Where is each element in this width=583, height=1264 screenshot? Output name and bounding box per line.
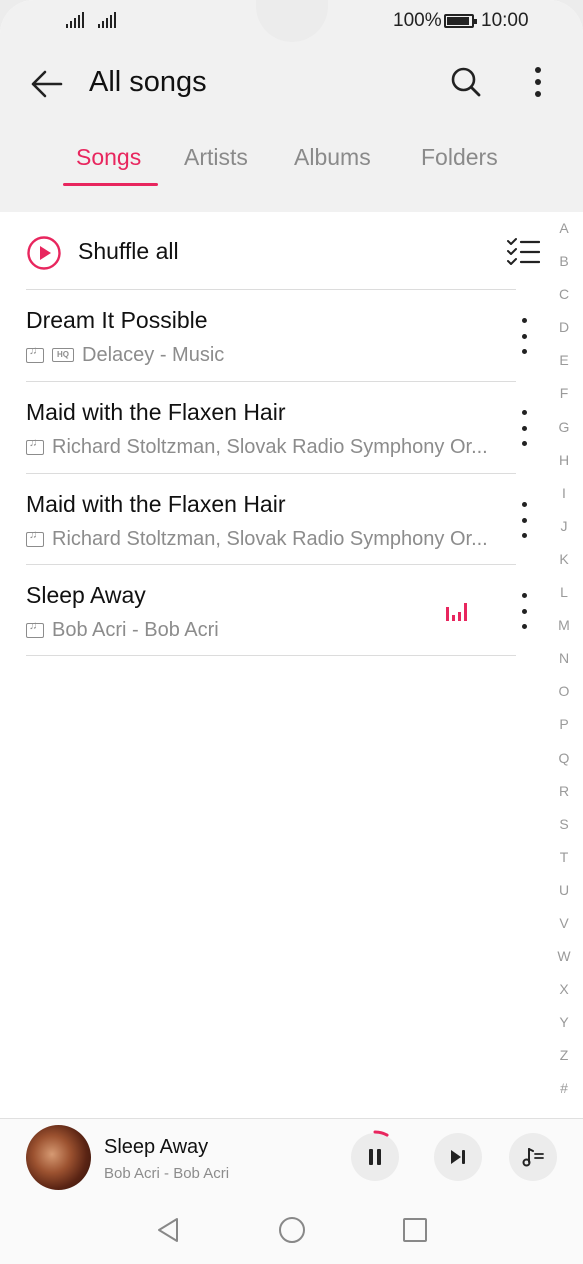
next-button[interactable] <box>434 1133 482 1181</box>
song-artist-album: Richard Stoltzman, Slovak Radio Symphony… <box>52 528 488 550</box>
alphabet-index-letter[interactable]: Z <box>552 1045 576 1078</box>
system-navigation-bar <box>0 1196 583 1264</box>
local-music-icon <box>26 529 44 547</box>
search-icon <box>451 67 481 97</box>
alphabet-index-letter[interactable]: Q <box>552 748 576 781</box>
alphabet-index-letter[interactable]: M <box>552 615 576 648</box>
play-circle-icon <box>27 236 61 270</box>
alphabet-index-letter[interactable]: B <box>552 251 576 284</box>
nav-home-icon[interactable] <box>278 1216 306 1244</box>
playlist-queue-button[interactable] <box>509 1133 557 1181</box>
search-button[interactable] <box>446 62 486 102</box>
alphabet-index-letter[interactable]: # <box>552 1078 576 1111</box>
local-music-icon <box>26 345 44 363</box>
song-subtitle-row: HQ Delacey - Music <box>26 344 501 366</box>
song-title: Sleep Away <box>26 582 146 608</box>
tab-folders[interactable]: Folders <box>421 144 498 171</box>
song-row[interactable]: Dream It Possible HQ Delacey - Music <box>0 290 545 382</box>
alphabet-index-letter[interactable]: U <box>552 880 576 913</box>
now-playing-equalizer-icon <box>446 603 472 621</box>
signal-icon <box>98 12 116 28</box>
alphabet-index-letter[interactable]: D <box>552 317 576 350</box>
screen: 100% 10:00 All songs Songs Artists Album… <box>0 0 583 1264</box>
local-music-icon <box>26 620 44 638</box>
song-artist-album: Bob Acri - Bob Acri <box>52 619 219 641</box>
alphabet-index-letter[interactable]: T <box>552 847 576 880</box>
song-title: Maid with the Flaxen Hair <box>26 399 286 425</box>
song-subtitle-row: Bob Acri - Bob Acri <box>26 619 501 641</box>
now-playing-title: Sleep Away <box>104 1136 209 1158</box>
alphabet-index-letter[interactable]: E <box>552 350 576 383</box>
tab-artists[interactable]: Artists <box>184 144 248 171</box>
song-title: Dream It Possible <box>26 307 208 333</box>
song-more-button[interactable] <box>514 318 534 354</box>
more-vertical-icon <box>535 67 541 97</box>
active-tab-indicator <box>63 183 158 186</box>
page-title: All songs <box>89 66 207 98</box>
song-more-button[interactable] <box>514 410 534 446</box>
song-subtitle-row: Richard Stoltzman, Slovak Radio Symphony… <box>26 436 501 458</box>
back-button[interactable] <box>26 64 66 104</box>
checklist-icon <box>507 238 540 265</box>
song-row[interactable]: Maid with the Flaxen Hair Richard Stoltz… <box>0 474 545 566</box>
alphabet-index-letter[interactable]: G <box>552 417 576 450</box>
battery-icon <box>444 14 477 28</box>
progress-ring <box>348 1130 402 1184</box>
tab-albums[interactable]: Albums <box>294 144 371 171</box>
alphabet-index[interactable]: A B C D E F G H I J K L M N O P Q R S T U V W X Y Z # <box>552 218 576 1112</box>
alphabet-index-letter[interactable]: R <box>552 781 576 814</box>
now-playing-subtitle: Bob Acri - Bob Acri <box>104 1165 230 1182</box>
pause-button[interactable] <box>348 1130 402 1184</box>
song-row[interactable]: Maid with the Flaxen Hair Richard Stoltz… <box>0 382 545 474</box>
alphabet-index-letter[interactable]: A <box>552 218 576 251</box>
alphabet-index-letter[interactable]: O <box>552 681 576 714</box>
shuffle-all-label: Shuffle all <box>78 238 179 264</box>
album-art[interactable] <box>26 1125 91 1190</box>
alphabet-index-letter[interactable]: F <box>552 383 576 416</box>
skip-next-icon <box>451 1150 465 1164</box>
alphabet-index-letter[interactable]: S <box>552 814 576 847</box>
song-more-button[interactable] <box>514 593 534 629</box>
alphabet-index-letter[interactable]: P <box>552 714 576 747</box>
alphabet-index-letter[interactable]: J <box>552 516 576 549</box>
nav-recents-icon[interactable] <box>402 1217 428 1243</box>
alphabet-index-letter[interactable]: C <box>552 284 576 317</box>
clock: 10:00 <box>481 10 529 31</box>
song-row[interactable]: Sleep Away Bob Acri - Bob Acri <box>0 565 545 657</box>
alphabet-index-letter[interactable]: I <box>552 483 576 516</box>
alphabet-index-letter[interactable]: W <box>552 946 576 979</box>
more-options-button[interactable] <box>518 62 558 102</box>
music-queue-icon <box>522 1148 544 1167</box>
song-more-button[interactable] <box>514 502 534 538</box>
hq-badge: HQ <box>52 348 74 362</box>
battery-percent: 100% <box>393 10 442 31</box>
alphabet-index-letter[interactable]: N <box>552 648 576 681</box>
tab-songs[interactable]: Songs <box>76 144 141 171</box>
alphabet-index-letter[interactable]: Y <box>552 1012 576 1045</box>
multi-select-button[interactable] <box>504 234 542 270</box>
shuffle-all-row[interactable]: Shuffle all <box>26 232 541 274</box>
song-artist-album: Richard Stoltzman, Slovak Radio Symphony… <box>52 436 488 458</box>
alphabet-index-letter[interactable]: H <box>552 450 576 483</box>
alphabet-index-letter[interactable]: V <box>552 913 576 946</box>
divider <box>26 655 516 656</box>
nav-back-icon[interactable] <box>155 1216 181 1244</box>
tab-bar: Songs Artists Albums Folders <box>0 144 583 190</box>
alphabet-index-letter[interactable]: K <box>552 549 576 582</box>
arrow-left-icon <box>31 70 63 98</box>
alphabet-index-letter[interactable]: L <box>552 582 576 615</box>
song-subtitle-row: Richard Stoltzman, Slovak Radio Symphony… <box>26 528 501 550</box>
song-title: Maid with the Flaxen Hair <box>26 491 286 517</box>
song-artist-album: Delacey - Music <box>82 344 225 366</box>
local-music-icon <box>26 437 44 455</box>
alphabet-index-letter[interactable]: X <box>552 979 576 1012</box>
signal-icon <box>66 12 84 28</box>
